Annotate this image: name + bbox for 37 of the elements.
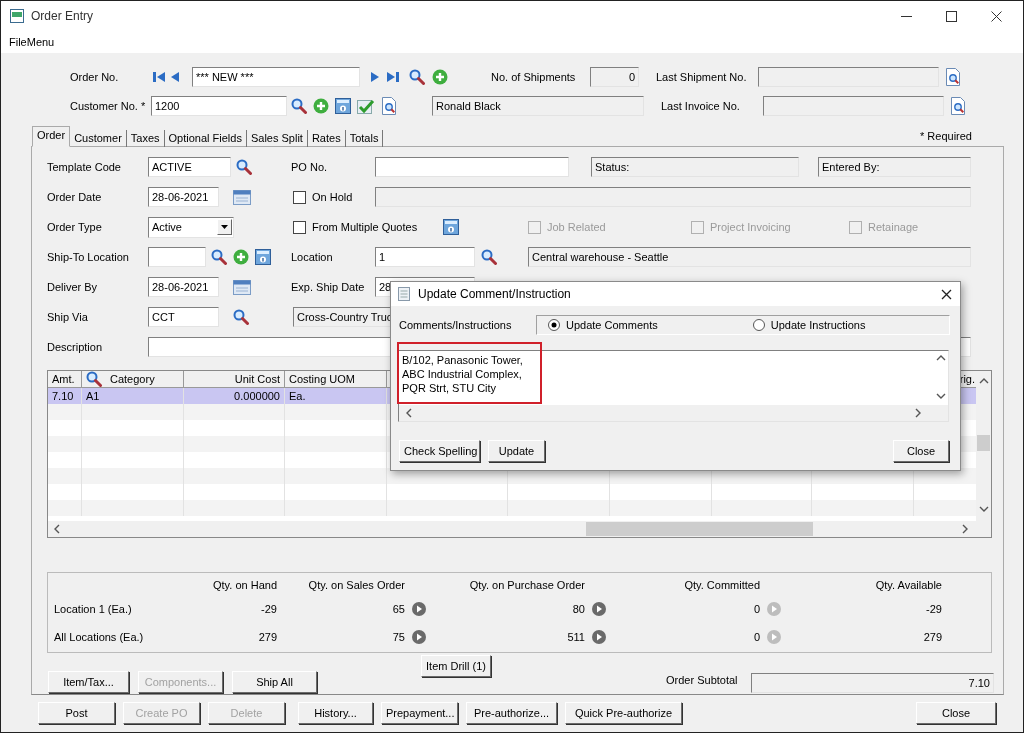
field-label: PO No. [291,161,329,173]
column-header: Qty. on Hand [212,579,278,591]
field-label: Order Type [47,221,103,233]
column-header: Qty. on Sales Order [307,579,406,591]
field-label: Template Code [47,161,122,173]
field-label: Exp. Ship Date [291,281,366,293]
field-label: Ship-To Location [47,251,130,263]
quantity-value: 279 [258,631,277,643]
dialog-title: Update Comment/Instruction [418,287,572,301]
field-label: Deliver By [47,281,99,293]
field-label: Last Shipment No. [656,71,748,83]
row-label: All Locations (Ea.) [54,631,145,643]
column-header: Qty. on Purchase Order [468,579,586,591]
field-label: Ship Via [47,311,89,323]
window-title: Order Entry [31,9,94,23]
field-label: Order Date [47,191,103,203]
quantity-value: 75 [392,631,405,643]
field-label: Comments/Instructions [399,319,512,331]
quantity-value: -29 [261,603,277,615]
quantity-value: 511 [567,631,585,643]
row-label: Location 1 (Ea.) [54,603,133,615]
field-label: Customer No. * [70,100,147,112]
field-label: Last Invoice No. [661,100,741,112]
column-header: Qty. Committed [683,579,761,591]
field-label: Description [47,341,104,353]
field-label: Order No. [70,71,120,83]
field-label: No. of Shipments [491,71,577,83]
quantity-value: 0 [753,603,760,615]
required-note: * Required [920,130,972,142]
column-header: Qty. Available [874,579,943,591]
quantity-value: 279 [923,631,942,643]
quantity-value: 80 [572,603,585,615]
quantity-value: -29 [926,603,942,615]
quantity-value: 65 [392,603,405,615]
quantity-value: 0 [753,631,760,643]
field-label: Order Subtotal [666,674,739,686]
field-label: Location [291,251,334,263]
